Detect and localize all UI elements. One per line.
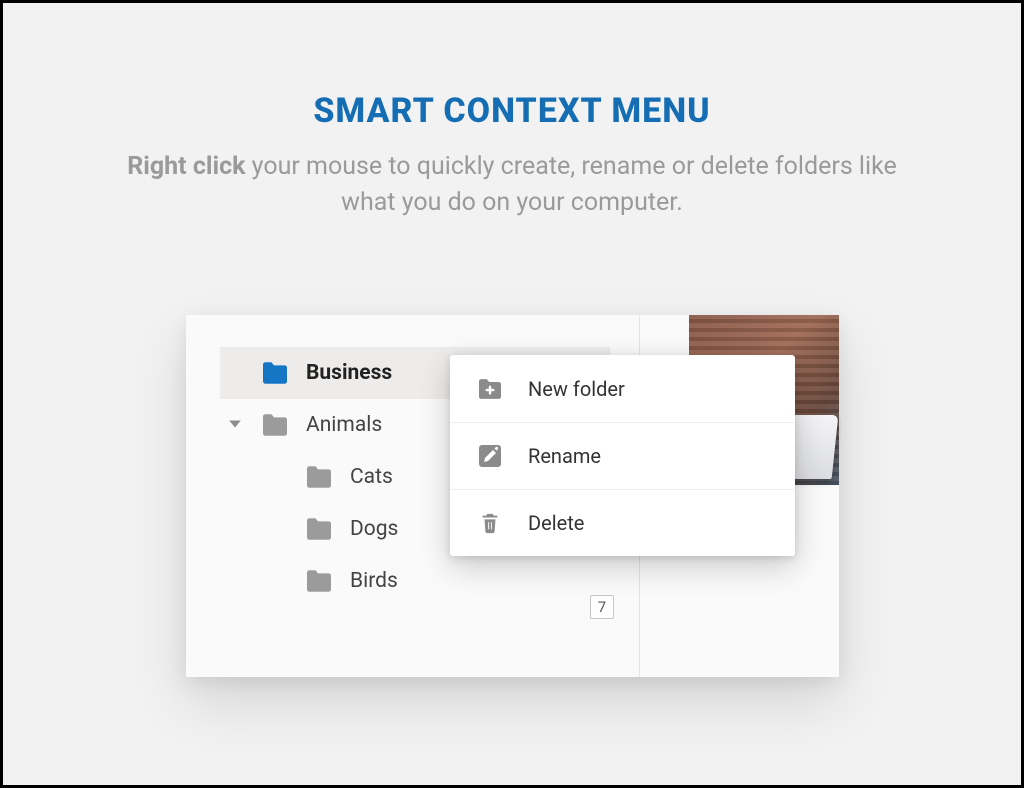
pencil-icon	[476, 444, 504, 468]
tree-item-label: Dogs	[350, 517, 398, 541]
folder-plus-icon	[476, 377, 504, 401]
context-menu-new-folder[interactable]: New folder	[450, 355, 795, 422]
subtitle-emphasis: Right click	[127, 152, 245, 181]
context-menu: New folder Rename Delete	[450, 355, 795, 556]
context-menu-item-label: Delete	[528, 511, 584, 535]
folder-icon	[304, 517, 334, 541]
page-subtitle: Right click your mouse to quickly create…	[3, 149, 1021, 222]
folder-icon	[260, 413, 290, 437]
context-menu-item-label: Rename	[528, 444, 601, 468]
trash-icon	[476, 511, 504, 535]
tree-item-birds[interactable]: Birds	[220, 555, 610, 607]
context-menu-rename[interactable]: Rename	[450, 422, 795, 489]
thumbnail-count-badge: 7	[590, 595, 614, 619]
context-menu-delete[interactable]: Delete	[450, 489, 795, 556]
context-menu-item-label: New folder	[528, 377, 625, 401]
folder-icon	[304, 569, 334, 593]
tree-item-label: Cats	[350, 465, 393, 489]
tree-item-label: Birds	[350, 569, 398, 593]
folder-panel: Business Animals Cats Dogs	[186, 315, 839, 677]
subtitle-rest: your mouse to quickly create, rename or …	[245, 152, 896, 217]
tree-item-label: Animals	[306, 413, 382, 437]
page-title: SMART CONTEXT MENU	[3, 91, 1021, 131]
chevron-down-icon[interactable]	[228, 413, 242, 437]
tree-item-label: Business	[306, 361, 392, 385]
folder-icon	[260, 361, 290, 385]
folder-icon	[304, 465, 334, 489]
